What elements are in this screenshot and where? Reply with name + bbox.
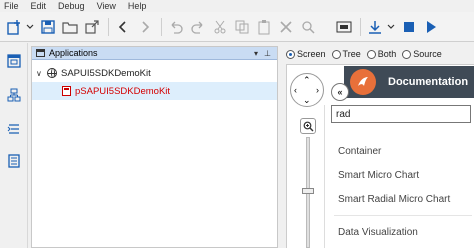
stop-icon[interactable] [399,17,419,37]
nav-item-data-visualization[interactable]: Data Visualization [334,220,472,244]
toolbar-divider [161,17,162,36]
chevron-down-icon[interactable] [26,17,34,37]
nav-divider [334,215,472,216]
redo-icon[interactable] [188,17,208,37]
window-icon [36,49,45,57]
window-icon[interactable] [6,53,22,69]
tree-item-psapui5sdkdemokit[interactable]: pSAPUI5SDKDemoKit [32,82,277,100]
export-icon[interactable] [82,17,102,37]
pan-down-icon[interactable]: ⌄ [303,95,311,106]
find-icon[interactable] [298,17,318,37]
globe-icon [47,68,57,78]
documentation-title: Documentation [388,76,469,88]
documentation-header: Documentation [344,66,474,98]
collapse-sidebar-button[interactable]: « [331,83,349,101]
applications-panel: Applications ▾ ⊥ ∨ SAPUI5SDKDemoKit pSAP… [31,46,278,248]
save-icon[interactable] [38,17,58,37]
pin-icon[interactable]: ⊥ [264,49,271,58]
nav-item-smart-micro-chart[interactable]: Smart Micro Chart [334,163,472,187]
radio-icon [402,49,412,59]
zoom-in-button[interactable] [300,118,316,134]
chevron-down-icon[interactable]: ∨ [36,69,44,78]
undo-icon[interactable] [166,17,186,37]
hierarchy-icon[interactable] [6,87,22,103]
search-input[interactable]: rad [331,105,471,123]
radio-selected-icon [286,49,295,59]
nav-item-smart-radial-micro-chart[interactable]: Smart Radial Micro Chart [334,187,472,211]
dropdown-icon[interactable]: ▾ [254,49,258,58]
pan-right-icon[interactable]: › [316,85,319,95]
cut-icon[interactable] [210,17,230,37]
paste-icon[interactable] [254,17,274,37]
menu-bar: File Edit Debug View Help [0,0,474,12]
back-icon[interactable] [113,17,133,37]
delete-icon[interactable] [276,17,296,37]
radio-screen[interactable]: Screen [286,49,326,59]
applications-panel-header: Applications ▾ ⊥ [32,47,277,60]
toolbar [0,12,474,42]
new-icon[interactable] [4,17,24,37]
copy-icon[interactable] [232,17,252,37]
chevron-down-icon[interactable] [387,17,395,37]
forward-icon[interactable] [135,17,155,37]
zoom-slider-thumb[interactable] [302,188,314,194]
list-arrow-icon[interactable] [6,121,22,137]
radio-icon [331,49,341,59]
pan-up-icon[interactable]: ⌃ [303,75,311,86]
sap-logo-icon [350,69,376,95]
tree-item-label: pSAPUI5SDKDemoKit [75,85,171,97]
menu-help[interactable]: Help [128,1,147,11]
documentation-nav-list: Container Smart Micro Chart Smart Radial… [334,139,472,244]
tree-item-label: SAPUI5SDKDemoKit [61,67,151,79]
toolbar-divider [360,17,361,36]
radio-both[interactable]: Both [366,49,396,59]
menu-file[interactable]: File [4,1,19,11]
preview-pane: Screen Tree Both Source ⌃ ‹ › ⌄ Document… [282,43,474,248]
applications-title: Applications [49,48,98,58]
application-icon [62,86,71,96]
left-rail [0,43,28,248]
view-mode-group: Screen Tree Both Source [286,47,448,61]
divider-line [324,105,325,248]
radio-source[interactable]: Source [402,49,442,59]
radio-icon [366,49,376,59]
pan-control[interactable]: ⌃ ‹ › ⌄ [290,73,324,107]
nav-item-container[interactable]: Container [334,139,472,163]
menu-edit[interactable]: Edit [31,1,47,11]
document-icon[interactable] [6,153,22,169]
toolbar-divider [108,17,109,36]
download-icon[interactable] [365,17,385,37]
screenshot-icon[interactable] [334,17,354,37]
menu-view[interactable]: View [97,1,116,11]
pan-left-icon[interactable]: ‹ [294,85,297,95]
zoom-icon [303,121,313,131]
menu-debug[interactable]: Debug [58,1,85,11]
run-icon[interactable] [421,17,441,37]
folder-icon[interactable] [60,17,80,37]
tree-item-sapui5sdkdemokit[interactable]: ∨ SAPUI5SDKDemoKit [32,64,277,82]
radio-tree[interactable]: Tree [331,49,361,59]
